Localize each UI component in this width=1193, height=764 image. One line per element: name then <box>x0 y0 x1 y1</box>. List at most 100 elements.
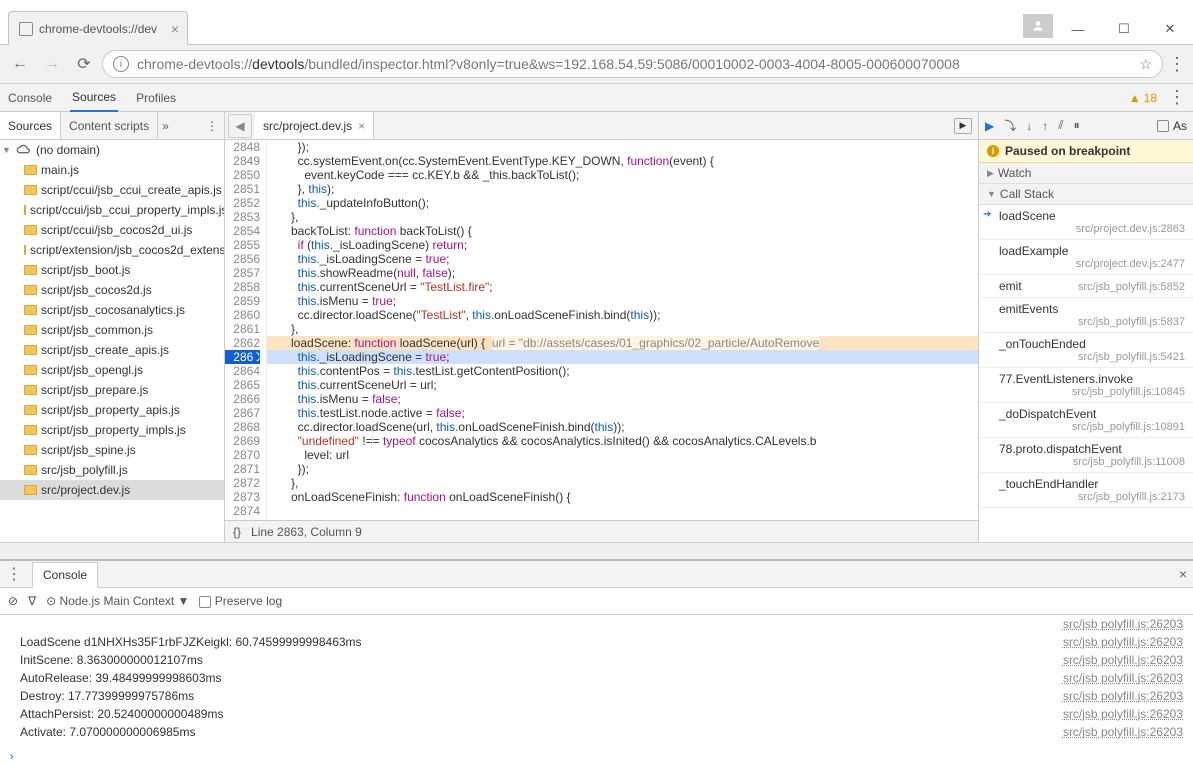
record-button[interactable]: ▶ <box>954 118 972 134</box>
console-context[interactable]: ⊙ Node.js Main Context ▼ <box>46 594 189 608</box>
resume-button[interactable]: ▶ <box>985 119 994 133</box>
file-tree[interactable]: ▼(no domain)main.jsscript/ccui/jsb_ccui_… <box>0 140 224 542</box>
file-item[interactable]: script/jsb_cocosanalytics.js <box>0 300 224 320</box>
gutter[interactable]: 2848284928502851285228532854285528562857… <box>225 140 267 520</box>
log-source-link[interactable]: src/jsb polyfill.js:26203 <box>1063 723 1183 741</box>
file-item[interactable]: script/jsb_property_impls.js <box>0 420 224 440</box>
callstack-frame[interactable]: emitsrc/jsb_polyfill.js:5852 <box>979 275 1193 298</box>
editor-tab-close-icon[interactable]: × <box>358 119 365 133</box>
back-button[interactable]: ← <box>6 50 34 78</box>
file-item[interactable]: script/jsb_prepare.js <box>0 380 224 400</box>
maximize-button[interactable]: ☐ <box>1101 14 1147 44</box>
file-item[interactable]: script/ccui/jsb_cocos2d_ui.js <box>0 220 224 240</box>
editor: ◀ src/project.dev.js × ▶ 284828492850285… <box>225 112 978 542</box>
step-into-button[interactable]: ↓ <box>1026 119 1032 133</box>
paused-text: Paused on breakpoint <box>1005 144 1130 158</box>
drawer-tab-console[interactable]: Console <box>32 562 98 588</box>
preserve-log-toggle[interactable]: Preserve log <box>199 594 282 608</box>
log-row: InitScene: 8.363000000012107mssrc/jsb po… <box>0 651 1193 669</box>
sources-body: Sources Content scripts » ⋮ ▼(no domain)… <box>0 112 1193 542</box>
browser-tab[interactable]: chrome-devtools://dev × <box>8 11 188 45</box>
tab-profiles[interactable]: Profiles <box>134 85 178 111</box>
tab-console[interactable]: Console <box>6 85 54 111</box>
callstack-frame[interactable]: _doDispatchEventsrc/jsb_polyfill.js:1089… <box>979 403 1193 438</box>
editor-tab[interactable]: src/project.dev.js × <box>255 112 374 139</box>
editor-status-bar: {} Line 2863, Column 9 <box>225 520 978 542</box>
more-tabs-icon[interactable]: » <box>162 119 169 133</box>
cursor-position: Line 2863, Column 9 <box>251 525 362 539</box>
user-icon[interactable] <box>1023 14 1053 38</box>
code-area[interactable]: 2848284928502851285228532854285528562857… <box>225 140 978 520</box>
log-row: Activate: 7.070000000006985mssrc/jsb pol… <box>0 723 1193 741</box>
console-prompt[interactable]: › <box>0 750 1193 764</box>
close-button[interactable]: ✕ <box>1147 14 1193 44</box>
file-item[interactable]: script/extension/jsb_cocos2d_extension.j… <box>0 240 224 260</box>
step-out-button[interactable]: ↑ <box>1042 119 1048 133</box>
callstack-section[interactable]: ▼Call Stack <box>979 184 1193 205</box>
callstack-frame[interactable]: emitEventssrc/jsb_polyfill.js:5837 <box>979 298 1193 333</box>
site-info-icon[interactable]: i <box>113 56 129 72</box>
file-item[interactable]: script/jsb_boot.js <box>0 260 224 280</box>
debugger-panel: ▶ ⤵ ↓ ↑ ⫽ ⏸ As i Paused on breakpoint ▶W… <box>978 112 1193 542</box>
pause-on-exceptions-button[interactable]: ⏸ <box>1074 118 1080 133</box>
file-item[interactable]: main.js <box>0 160 224 180</box>
devtools-menu-icon[interactable]: ⋮ <box>1167 87 1187 108</box>
horizontal-scrollbar[interactable] <box>0 542 1193 559</box>
log-source-link[interactable]: src/jsb polyfill.js:26203 <box>1063 651 1183 669</box>
console-body[interactable]: src/jsb polyfill.js:26203LoadScene d1NHX… <box>0 615 1193 750</box>
drawer-menu-icon[interactable]: ⋮ <box>6 564 22 584</box>
file-item[interactable]: script/ccui/jsb_ccui_create_apis.js <box>0 180 224 200</box>
callstack-frame[interactable]: _touchEndHandlersrc/jsb_polyfill.js:2173 <box>979 473 1193 508</box>
file-item[interactable]: script/jsb_property_apis.js <box>0 400 224 420</box>
clear-console-icon[interactable]: ⊘ <box>8 594 18 608</box>
log-source-link[interactable]: src/jsb polyfill.js:26203 <box>1063 687 1183 705</box>
minimize-button[interactable]: — <box>1055 14 1101 44</box>
page-icon <box>19 22 33 36</box>
file-item[interactable]: src/jsb_polyfill.js <box>0 460 224 480</box>
devtools-tabbar: Console Sources Profiles ▲ 18 ⋮ <box>0 84 1193 112</box>
callstack-frame[interactable]: 78.proto.dispatchEventsrc/jsb_polyfill.j… <box>979 438 1193 473</box>
callstack-frame[interactable]: loadScenesrc/project.dev.js:2863 <box>979 205 1193 240</box>
drawer-close-icon[interactable]: × <box>1179 566 1187 582</box>
code-lines[interactable]: }); cc.systemEvent.on(cc.SystemEvent.Eve… <box>267 140 978 520</box>
forward-button[interactable]: → <box>38 50 66 78</box>
files-tab-sources[interactable]: Sources <box>0 112 61 139</box>
reload-button[interactable]: ⟳ <box>70 50 98 78</box>
step-over-button[interactable]: ⤵ <box>1004 117 1016 134</box>
file-item[interactable]: script/ccui/jsb_ccui_property_impls.js <box>0 200 224 220</box>
callstack-frame[interactable]: _onTouchEndedsrc/jsb_polyfill.js:5421 <box>979 333 1193 368</box>
tree-domain[interactable]: ▼(no domain) <box>0 140 224 160</box>
file-item[interactable]: script/jsb_create_apis.js <box>0 340 224 360</box>
warning-count[interactable]: ▲ 18 <box>1129 91 1157 105</box>
file-item[interactable]: script/jsb_cocos2d.js <box>0 280 224 300</box>
watch-section[interactable]: ▶Watch <box>979 163 1193 184</box>
filter-icon[interactable]: ∇ <box>28 594 36 608</box>
paused-banner: i Paused on breakpoint <box>979 140 1193 163</box>
drawer-tabs: ⋮ Console × <box>0 561 1193 588</box>
editor-tab-label: src/project.dev.js <box>263 119 352 133</box>
file-item[interactable]: script/jsb_common.js <box>0 320 224 340</box>
async-toggle[interactable]: As <box>1157 119 1187 133</box>
bookmark-icon[interactable]: ☆ <box>1139 56 1152 73</box>
file-item[interactable]: src/project.dev.js <box>0 480 224 500</box>
log-row: AttachPersist: 20.52400000000489mssrc/js… <box>0 705 1193 723</box>
browser-menu-icon[interactable]: ⋮ <box>1167 54 1187 75</box>
toggle-navigator-icon[interactable]: ◀ <box>228 114 252 138</box>
tab-close-icon[interactable]: × <box>171 21 179 37</box>
files-tab-content-scripts[interactable]: Content scripts <box>61 112 158 139</box>
file-item[interactable]: script/jsb_opengl.js <box>0 360 224 380</box>
file-item[interactable]: script/jsb_spine.js <box>0 440 224 460</box>
url-text: chrome-devtools://devtools/bundled/inspe… <box>137 56 960 72</box>
pretty-print-icon[interactable]: {} <box>233 525 241 539</box>
url-box[interactable]: i chrome-devtools://devtools/bundled/ins… <box>102 50 1163 78</box>
callstack-frame[interactable]: 77.EventListeners.invokesrc/jsb_polyfill… <box>979 368 1193 403</box>
files-panel-menu-icon[interactable]: ⋮ <box>206 119 218 133</box>
deactivate-breakpoints-button[interactable]: ⫽ <box>1058 118 1063 133</box>
callstack-frame[interactable]: loadExamplesrc/project.dev.js:2477 <box>979 240 1193 275</box>
log-source-link[interactable]: src/jsb polyfill.js:26203 <box>1063 669 1183 687</box>
tab-sources[interactable]: Sources <box>70 84 118 112</box>
window-controls: — ☐ ✕ <box>1023 14 1193 44</box>
console-filter-bar: ⊘ ∇ ⊙ Node.js Main Context ▼ Preserve lo… <box>0 588 1193 615</box>
log-source-link[interactable]: src/jsb polyfill.js:26203 <box>1063 633 1183 651</box>
log-source-link[interactable]: src/jsb polyfill.js:26203 <box>1063 705 1183 723</box>
